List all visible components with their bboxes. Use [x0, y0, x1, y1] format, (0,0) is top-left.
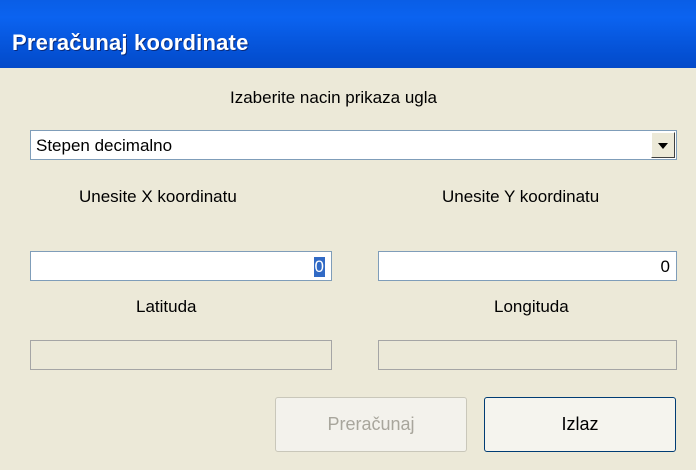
angle-mode-value: Stepen decimalno — [36, 136, 173, 155]
window-title: Preračunaj koordinate — [12, 30, 249, 55]
latitude-field — [30, 340, 332, 370]
y-coordinate-label: Unesite Y koordinatu — [442, 187, 600, 206]
y-coordinate-input[interactable]: 0 — [378, 251, 677, 281]
x-coordinate-input[interactable]: 0 — [30, 251, 332, 281]
exit-button[interactable]: Izlaz — [484, 397, 676, 452]
y-coordinate-value: 0 — [660, 257, 670, 276]
x-coordinate-value: 0 — [313, 257, 325, 277]
latitude-label: Latituda — [136, 297, 197, 316]
longitude-field — [378, 340, 677, 370]
angle-mode-label: Izaberite nacin prikaza ugla — [230, 88, 437, 107]
angle-mode-select[interactable]: Stepen decimalno — [30, 130, 677, 160]
chevron-down-icon[interactable] — [651, 132, 675, 158]
calculate-button[interactable]: Preračunaj — [275, 397, 467, 452]
longitude-label: Longituda — [494, 297, 569, 316]
x-coordinate-label: Unesite X koordinatu — [79, 187, 237, 206]
